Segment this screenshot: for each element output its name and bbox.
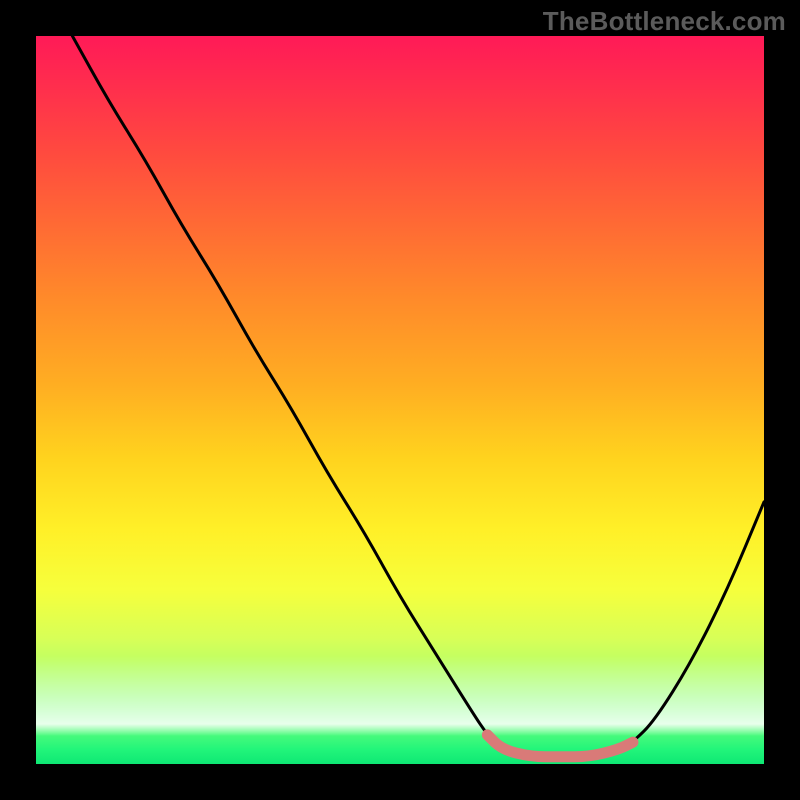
bottleneck-curve-path: [72, 36, 764, 757]
watermark-text: TheBottleneck.com: [543, 6, 786, 37]
sweet-spot-highlight: [487, 735, 633, 757]
bottleneck-curve-svg: [36, 36, 764, 764]
chart-frame: TheBottleneck.com: [0, 0, 800, 800]
plot-area: [36, 36, 764, 764]
